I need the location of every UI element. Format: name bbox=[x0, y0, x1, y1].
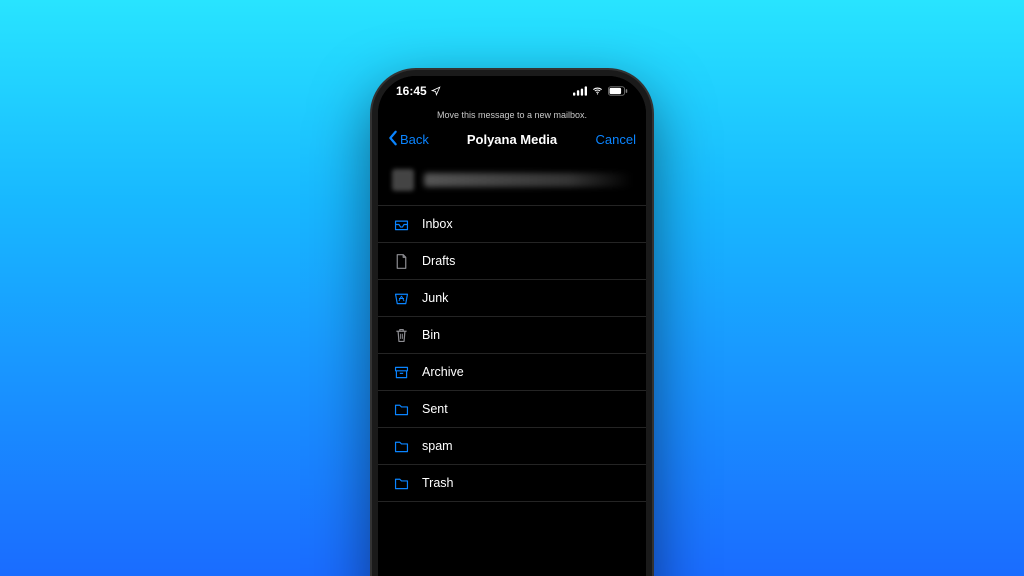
mailbox-label: Junk bbox=[422, 291, 448, 305]
page-title: Polyana Media bbox=[467, 132, 557, 147]
folder-icon bbox=[392, 437, 410, 455]
cancel-button[interactable]: Cancel bbox=[596, 132, 636, 147]
signal-icon bbox=[573, 86, 587, 96]
screen: 16:45 bbox=[378, 76, 646, 576]
chevron-left-icon bbox=[388, 130, 398, 149]
status-right bbox=[573, 86, 628, 96]
archive-icon bbox=[392, 363, 410, 381]
mailbox-label: Inbox bbox=[422, 217, 453, 231]
back-label: Back bbox=[400, 132, 429, 147]
folder-icon bbox=[392, 474, 410, 492]
mailbox-label: Bin bbox=[422, 328, 440, 342]
wifi-icon bbox=[591, 86, 604, 96]
location-icon bbox=[431, 86, 441, 96]
mailbox-label: Archive bbox=[422, 365, 464, 379]
preview-text-redacted bbox=[424, 173, 632, 187]
mailbox-label: spam bbox=[422, 439, 453, 453]
notch bbox=[452, 76, 572, 98]
nav-bar: Back Polyana Media Cancel bbox=[378, 126, 646, 159]
mailbox-row-junk[interactable]: Junk bbox=[378, 279, 646, 316]
battery-icon bbox=[608, 86, 628, 96]
mailbox-row-drafts[interactable]: Drafts bbox=[378, 242, 646, 279]
mailbox-label: Trash bbox=[422, 476, 454, 490]
inbox-icon bbox=[392, 215, 410, 233]
folder-icon bbox=[392, 400, 410, 418]
preview-thumb bbox=[392, 169, 414, 191]
bin-icon bbox=[392, 326, 410, 344]
mailbox-row-spam[interactable]: spam bbox=[378, 427, 646, 464]
mailbox-label: Drafts bbox=[422, 254, 455, 268]
phone-frame: 16:45 bbox=[372, 70, 652, 576]
move-subtitle: Move this message to a new mailbox. bbox=[378, 106, 646, 126]
mailbox-row-bin[interactable]: Bin bbox=[378, 316, 646, 353]
mailbox-list: Inbox Drafts Junk Bin Archive Sent spam Trash bbox=[378, 205, 646, 502]
message-preview bbox=[378, 159, 646, 205]
junk-icon bbox=[392, 289, 410, 307]
mailbox-label: Sent bbox=[422, 402, 448, 416]
drafts-icon bbox=[392, 252, 410, 270]
status-left: 16:45 bbox=[396, 84, 441, 98]
mailbox-row-sent[interactable]: Sent bbox=[378, 390, 646, 427]
status-time: 16:45 bbox=[396, 84, 427, 98]
back-button[interactable]: Back bbox=[388, 130, 429, 149]
mailbox-row-archive[interactable]: Archive bbox=[378, 353, 646, 390]
mailbox-row-inbox[interactable]: Inbox bbox=[378, 205, 646, 242]
mailbox-row-trash[interactable]: Trash bbox=[378, 464, 646, 502]
